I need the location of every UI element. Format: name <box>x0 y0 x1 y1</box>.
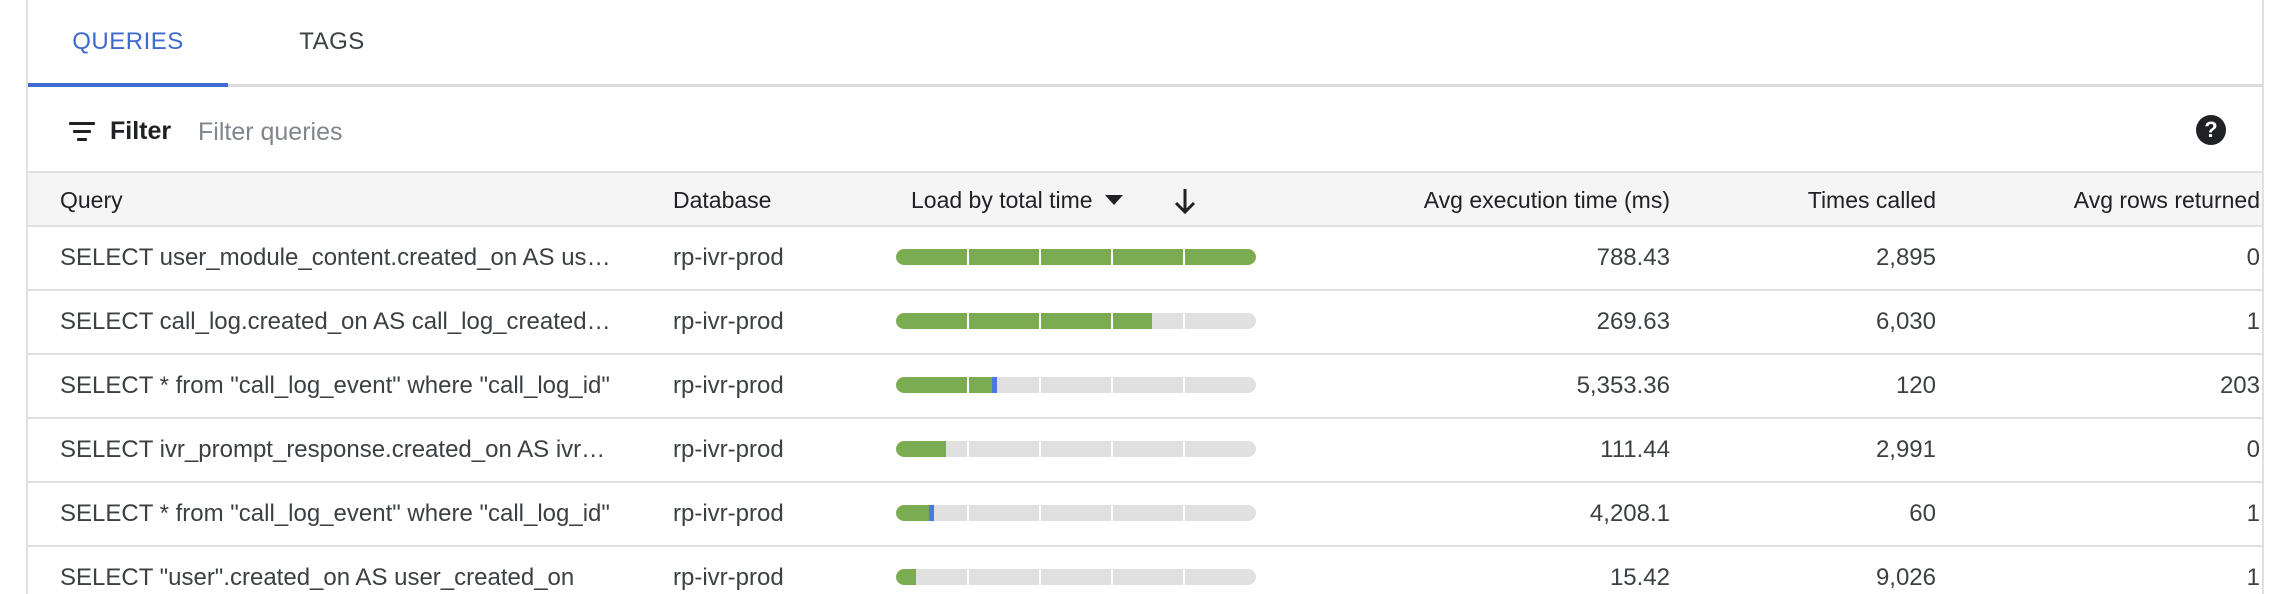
column-header-load[interactable]: Load by total time <box>911 173 1123 227</box>
column-header-avg-exec[interactable]: Avg execution time (ms) <box>1278 173 1670 227</box>
avg-exec-time: 15.42 <box>1609 564 1670 591</box>
load-bar-divider <box>967 569 969 585</box>
times-called: 6,030 <box>1875 308 1936 335</box>
load-bar-secondary <box>929 505 934 521</box>
column-header-avg-rows[interactable]: Avg rows returned <box>1958 173 2260 227</box>
avg-exec-time: 4,208.1 <box>1589 500 1670 527</box>
database-name: rp-ivr-prod <box>673 308 784 335</box>
times-called: 2,895 <box>1875 244 1936 271</box>
load-bar-divider <box>1111 569 1113 585</box>
load-bar-fill <box>896 441 946 457</box>
load-bar-fill <box>896 569 916 585</box>
query-text[interactable]: SELECT user_module_content.created_on AS… <box>60 227 615 289</box>
load-bar-divider <box>1183 249 1185 265</box>
tab-bar: QUERIES TAGS <box>28 0 2262 87</box>
load-bar-divider <box>1183 377 1185 393</box>
load-bar-divider <box>1183 313 1185 329</box>
load-bar-divider <box>967 313 969 329</box>
times-called: 9,026 <box>1875 564 1936 591</box>
load-bar <box>896 249 1256 265</box>
load-bar-divider <box>1039 505 1041 521</box>
filter-button[interactable]: Filter <box>68 111 171 151</box>
times-called: 120 <box>1895 372 1936 399</box>
help-icon[interactable]: ? <box>2196 115 2226 145</box>
load-bar-fill <box>896 377 997 393</box>
filter-queries-input[interactable] <box>196 109 1900 155</box>
load-bar-secondary <box>992 377 997 393</box>
query-insights-panel: QUERIES TAGS Filter ? Query Database Loa… <box>26 0 2264 594</box>
load-bar-divider <box>967 377 969 393</box>
avg-rows-returned: 0 <box>2246 244 2260 271</box>
load-bar <box>896 441 1256 457</box>
table-row[interactable]: SELECT "user".created_on AS user_created… <box>28 547 2262 594</box>
filter-label: Filter <box>110 116 172 145</box>
filter-bar: Filter ? <box>28 87 2262 171</box>
avg-exec-time: 269.63 <box>1596 308 1670 335</box>
query-text[interactable]: SELECT "user".created_on AS user_created… <box>60 547 615 594</box>
load-bar-divider <box>1111 505 1113 521</box>
avg-exec-time: 788.43 <box>1596 244 1670 271</box>
avg-rows-returned: 1 <box>2246 500 2260 527</box>
arrow-down-sort-icon[interactable] <box>1171 186 1199 216</box>
query-text[interactable]: SELECT call_log.created_on AS call_log_c… <box>60 291 615 353</box>
table-row[interactable]: SELECT ivr_prompt_response.created_on AS… <box>28 419 2262 483</box>
table-row[interactable]: SELECT call_log.created_on AS call_log_c… <box>28 291 2262 355</box>
load-bar-divider <box>967 441 969 457</box>
database-name: rp-ivr-prod <box>673 372 784 399</box>
load-bar <box>896 569 1256 585</box>
tab-tags[interactable]: TAGS <box>250 0 414 84</box>
load-bar-divider <box>967 505 969 521</box>
table-header: Query Database Load by total time Avg ex… <box>28 171 2262 227</box>
load-bar <box>896 377 1256 393</box>
query-text[interactable]: SELECT * from "call_log_event" where "ca… <box>60 355 615 417</box>
query-text[interactable]: SELECT * from "call_log_event" where "ca… <box>60 483 615 545</box>
load-bar-divider <box>1111 313 1113 329</box>
load-bar <box>896 505 1256 521</box>
times-called: 2,991 <box>1875 436 1936 463</box>
column-header-query[interactable]: Query <box>60 173 123 227</box>
column-header-database[interactable]: Database <box>673 173 771 227</box>
avg-rows-returned: 1 <box>2246 564 2260 591</box>
load-bar-divider <box>1039 441 1041 457</box>
avg-rows-returned: 0 <box>2246 436 2260 463</box>
load-bar-divider <box>1183 505 1185 521</box>
load-bar-fill <box>896 249 1256 265</box>
load-bar-divider <box>967 249 969 265</box>
database-name: rp-ivr-prod <box>673 436 784 463</box>
load-bar-divider <box>1039 249 1041 265</box>
avg-rows-returned: 203 <box>2219 372 2260 399</box>
chevron-down-icon[interactable] <box>1104 195 1123 205</box>
tab-queries[interactable]: QUERIES <box>28 0 228 87</box>
column-header-load-label: Load by total time <box>911 186 1093 213</box>
times-called: 60 <box>1909 500 1936 527</box>
load-bar-divider <box>1111 377 1113 393</box>
database-name: rp-ivr-prod <box>673 500 784 527</box>
database-name: rp-ivr-prod <box>673 244 784 271</box>
avg-exec-time: 5,353.36 <box>1576 372 1670 399</box>
load-bar-divider <box>1183 441 1185 457</box>
table-row[interactable]: SELECT * from "call_log_event" where "ca… <box>28 355 2262 419</box>
load-bar-divider <box>1183 569 1185 585</box>
table-row[interactable]: SELECT * from "call_log_event" where "ca… <box>28 483 2262 547</box>
column-header-times-called[interactable]: Times called <box>1688 173 1936 227</box>
avg-rows-returned: 1 <box>2246 308 2260 335</box>
load-bar-divider <box>1039 377 1041 393</box>
load-bar-divider <box>1039 569 1041 585</box>
load-bar-fill <box>896 313 1152 329</box>
query-text[interactable]: SELECT ivr_prompt_response.created_on AS… <box>60 419 615 481</box>
table-body: SELECT user_module_content.created_on AS… <box>28 227 2262 594</box>
database-name: rp-ivr-prod <box>673 564 784 591</box>
load-bar-divider <box>1111 249 1113 265</box>
table-row[interactable]: SELECT user_module_content.created_on AS… <box>28 227 2262 291</box>
load-bar-divider <box>1039 313 1041 329</box>
load-bar-divider <box>1111 441 1113 457</box>
avg-exec-time: 111.44 <box>1600 436 1670 463</box>
filter-icon <box>68 121 96 141</box>
load-bar <box>896 313 1256 329</box>
